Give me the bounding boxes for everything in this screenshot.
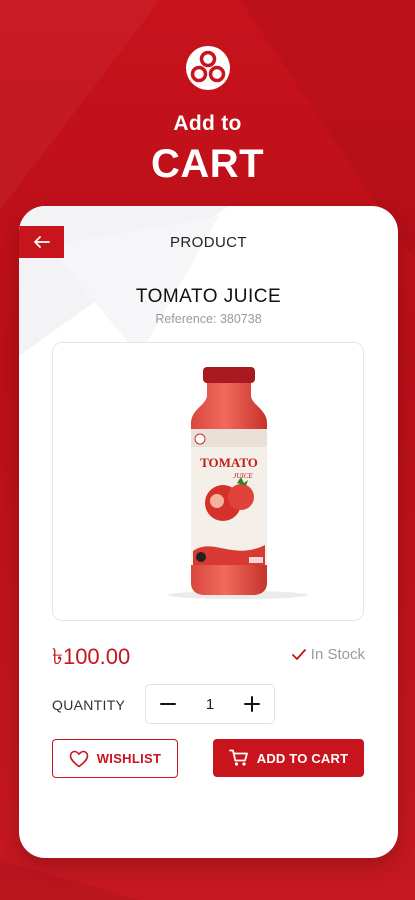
- cart-icon: [228, 749, 248, 766]
- stock-status: In Stock: [291, 646, 365, 663]
- add-to-cart-label: ADD TO CART: [256, 750, 349, 766]
- heart-icon: [69, 750, 89, 767]
- quantity-value[interactable]: 1: [206, 696, 214, 713]
- brand-logo-icon: [185, 46, 230, 90]
- product-name: TOMATO JUICE: [135, 286, 282, 307]
- product-image-frame: TOMATO JUICE: [52, 342, 364, 621]
- card-label: PRODUCT: [170, 234, 247, 251]
- increase-quantity-button[interactable]: [240, 692, 264, 716]
- bottle-label-text: TOMATO: [200, 455, 258, 470]
- add-to-cart-button[interactable]: ADD TO CART: [213, 739, 364, 777]
- stock-status-label: In Stock: [310, 646, 365, 663]
- product-image: TOMATO JUICE: [168, 367, 308, 599]
- quantity-label: QUANTITY: [52, 697, 126, 713]
- wishlist-button[interactable]: WISHLIST: [52, 739, 178, 778]
- quantity-stepper: 1: [145, 684, 275, 724]
- product-card: PRODUCT TOMATO JUICE Reference: 380738 T…: [19, 206, 398, 858]
- hero-subtitle: Add to: [173, 112, 242, 135]
- wishlist-button-label: WISHLIST: [96, 751, 162, 766]
- product-price: ৳100.00: [52, 644, 131, 669]
- check-icon: [291, 648, 306, 660]
- plus-icon: [244, 696, 260, 712]
- decrease-quantity-button[interactable]: [156, 692, 180, 716]
- hero-title: CART: [150, 142, 265, 186]
- header-hero: Add to CART: [0, 0, 415, 205]
- bottle-label-subtext: JUICE: [233, 472, 253, 480]
- minus-icon: [160, 703, 176, 705]
- product-reference: Reference: 380738: [155, 312, 262, 326]
